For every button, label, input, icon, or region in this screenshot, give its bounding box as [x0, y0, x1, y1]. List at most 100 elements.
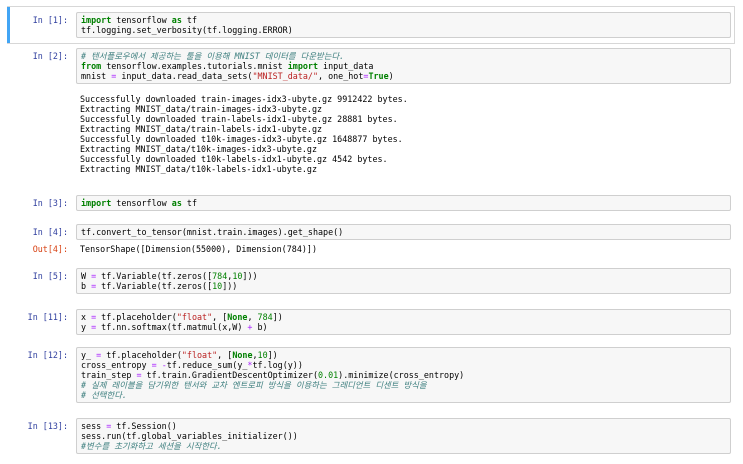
output-prompt: Out[4]: [32, 244, 68, 254]
code-token: 784 [212, 271, 228, 281]
code-input[interactable]: sess = tf.Session() sess.run(tf.global_va… [76, 418, 731, 454]
input-prompt: In [12]: [27, 350, 68, 360]
code-token: cross_entropy [81, 360, 152, 370]
code-token: import [287, 61, 318, 71]
code-token: , one_hot [318, 71, 364, 81]
code-token: None [227, 312, 248, 322]
code-token: as [171, 15, 182, 25]
code-line: cross_entropy = -tf.reduce_sum(y_*tf.log… [81, 360, 726, 370]
code-token: tf.log(y)) [252, 360, 303, 370]
code-line: import tensorflow as tf [81, 198, 726, 208]
code-token: import [81, 15, 112, 25]
code-cell[interactable]: In [5]: W = tf.Variable(tf.zeros([784,10]… [0, 268, 743, 294]
output-line: Successfully downloaded t10k-images-idx3… [80, 134, 403, 144]
code-line: sess.run(tf.global_variables_initializer… [81, 431, 726, 441]
cell-output: TensorShape([Dimension(55000), Dimension… [80, 244, 317, 254]
code-comment: # 선택한다. [81, 390, 127, 400]
code-line: from tensorflow.examples.tutorials.mnist… [81, 61, 726, 71]
code-token: sess.run(tf.global_variables_initializer… [81, 431, 298, 441]
input-prompt: In [3]: [32, 198, 68, 208]
output-line: Extracting MNIST_data/train-labels-idx1-… [80, 124, 323, 134]
code-token: tf.Session() [111, 421, 177, 431]
code-token: ])) [222, 281, 238, 291]
code-cell[interactable]: In [13]: sess = tf.Session() sess.run(tf.g… [0, 418, 743, 454]
code-token: ])) [242, 271, 258, 281]
code-token: tf [181, 198, 198, 208]
code-line: # 실제 레이블을 담기위한 텐서와 교차 엔트로피 방식을 이용하는 그레디언… [81, 380, 726, 390]
code-line: tf.logging.set_verbosity(tf.logging.ERRO… [81, 25, 726, 35]
input-prompt: In [2]: [32, 51, 68, 61]
code-token: as [171, 198, 182, 208]
code-input[interactable]: x = tf.placeholder("float", [None, 784])… [76, 309, 731, 335]
code-comment: #변수를 초기화하고 세션을 시작한다. [81, 441, 222, 451]
code-line: y_ = tf.placeholder("float", [None,10]) [81, 350, 726, 360]
code-token: True [368, 71, 389, 81]
code-token: sess [81, 421, 107, 431]
code-line: x = tf.placeholder("float", [None, 784]) [81, 312, 726, 322]
code-token: from [81, 61, 102, 71]
code-input[interactable]: W = tf.Variable(tf.zeros([784,10])) b = t… [76, 268, 731, 294]
code-line: train_step = tf.train.GradientDescentOpt… [81, 370, 726, 380]
code-token: tensorflow [111, 198, 172, 208]
code-line: W = tf.Variable(tf.zeros([784,10])) [81, 271, 726, 281]
code-token: 10 [212, 281, 223, 291]
code-token: tf.placeholder( [101, 350, 182, 360]
code-line: import tensorflow as tf [81, 15, 726, 25]
code-input[interactable]: y_ = tf.placeholder("float", [None,10]) c… [76, 347, 731, 403]
code-comment: # 텐서플로우에서 제공하는 툴을 이용해 MNIST 데이터를 다운받는다. [81, 51, 345, 61]
code-token: tf.Variable(tf.zeros([ [96, 281, 213, 291]
input-prompt: In [4]: [32, 227, 68, 237]
code-token: , [ [212, 312, 228, 322]
code-line: y = tf.nn.softmax(tf.matmul(x,W) + b) [81, 322, 726, 332]
code-line: #변수를 초기화하고 세션을 시작한다. [81, 441, 726, 451]
output-line: Successfully downloaded train-images-idx… [80, 94, 408, 104]
code-token: b [81, 281, 92, 291]
code-token: tf.placeholder( [96, 312, 177, 322]
code-token: 0.01 [318, 370, 339, 380]
code-token: 10 [232, 271, 243, 281]
code-token: , [247, 312, 258, 322]
code-line: b = tf.Variable(tf.zeros([10])) [81, 281, 726, 291]
code-token: import [81, 198, 112, 208]
code-token: "MNIST_data/" [252, 71, 319, 81]
code-cell[interactable]: In [11]: x = tf.placeholder("float", [Non… [0, 309, 743, 335]
code-cell[interactable]: In [2]: # 텐서플로우에서 제공하는 툴을 이용해 MNIST 데이터를 … [0, 48, 743, 174]
code-token: tf [181, 15, 198, 25]
code-token: ]) [267, 350, 278, 360]
output-line: Successfully downloaded t10k-labels-idx1… [80, 154, 388, 164]
output-line: Successfully downloaded train-labels-idx… [80, 114, 398, 124]
code-cell[interactable]: In [1]: import tensorflow as tf tf.logging… [0, 6, 743, 44]
code-token: ]) [272, 312, 283, 322]
code-input[interactable]: import tensorflow as tf tf.logging.set_ve… [76, 12, 731, 38]
code-token: input_data.read_data_sets( [116, 71, 253, 81]
code-token: y [81, 322, 92, 332]
code-cell[interactable]: In [12]: y_ = tf.placeholder("float", [No… [0, 347, 743, 403]
code-line: # 선택한다. [81, 390, 726, 400]
code-input[interactable]: import tensorflow as tf [76, 195, 731, 211]
input-prompt: In [11]: [27, 312, 68, 322]
code-token: mnist [81, 71, 112, 81]
code-token: 10 [257, 350, 268, 360]
output-line: TensorShape([Dimension(55000), Dimension… [80, 244, 317, 254]
code-cell[interactable]: In [4]: tf.convert_to_tensor(mnist.train.… [0, 224, 743, 254]
code-line: # 텐서플로우에서 제공하는 툴을 이용해 MNIST 데이터를 다운받는다. [81, 51, 726, 61]
code-line: sess = tf.Session() [81, 421, 726, 431]
code-token: input_data [318, 61, 374, 71]
code-token: ) [388, 71, 394, 81]
code-input[interactable]: # 텐서플로우에서 제공하는 툴을 이용해 MNIST 데이터를 다운받는다. f… [76, 48, 731, 84]
code-token: W [81, 271, 92, 281]
cell-output: Successfully downloaded train-images-idx… [80, 94, 408, 174]
code-token: y_ [81, 350, 97, 360]
code-token: train_step [81, 370, 137, 380]
code-token: tensorflow [111, 15, 172, 25]
code-token: tensorflow.examples.tutorials.mnist [101, 61, 288, 71]
code-token: b) [252, 322, 268, 332]
code-token: , [ [217, 350, 233, 360]
code-cell[interactable]: In [3]: import tensorflow as tf [0, 195, 743, 211]
code-input[interactable]: tf.convert_to_tensor(mnist.train.images)… [76, 224, 731, 240]
code-token: tf.nn.softmax(tf.matmul(x,W) [96, 322, 248, 332]
code-token: 784 [257, 312, 273, 322]
code-token: tf.convert_to_tensor(mnist.train.images)… [81, 227, 344, 237]
code-line: mnist = input_data.read_data_sets("MNIST… [81, 71, 726, 81]
code-token: tf.logging.set_verbosity(tf.logging.ERRO… [81, 25, 293, 35]
